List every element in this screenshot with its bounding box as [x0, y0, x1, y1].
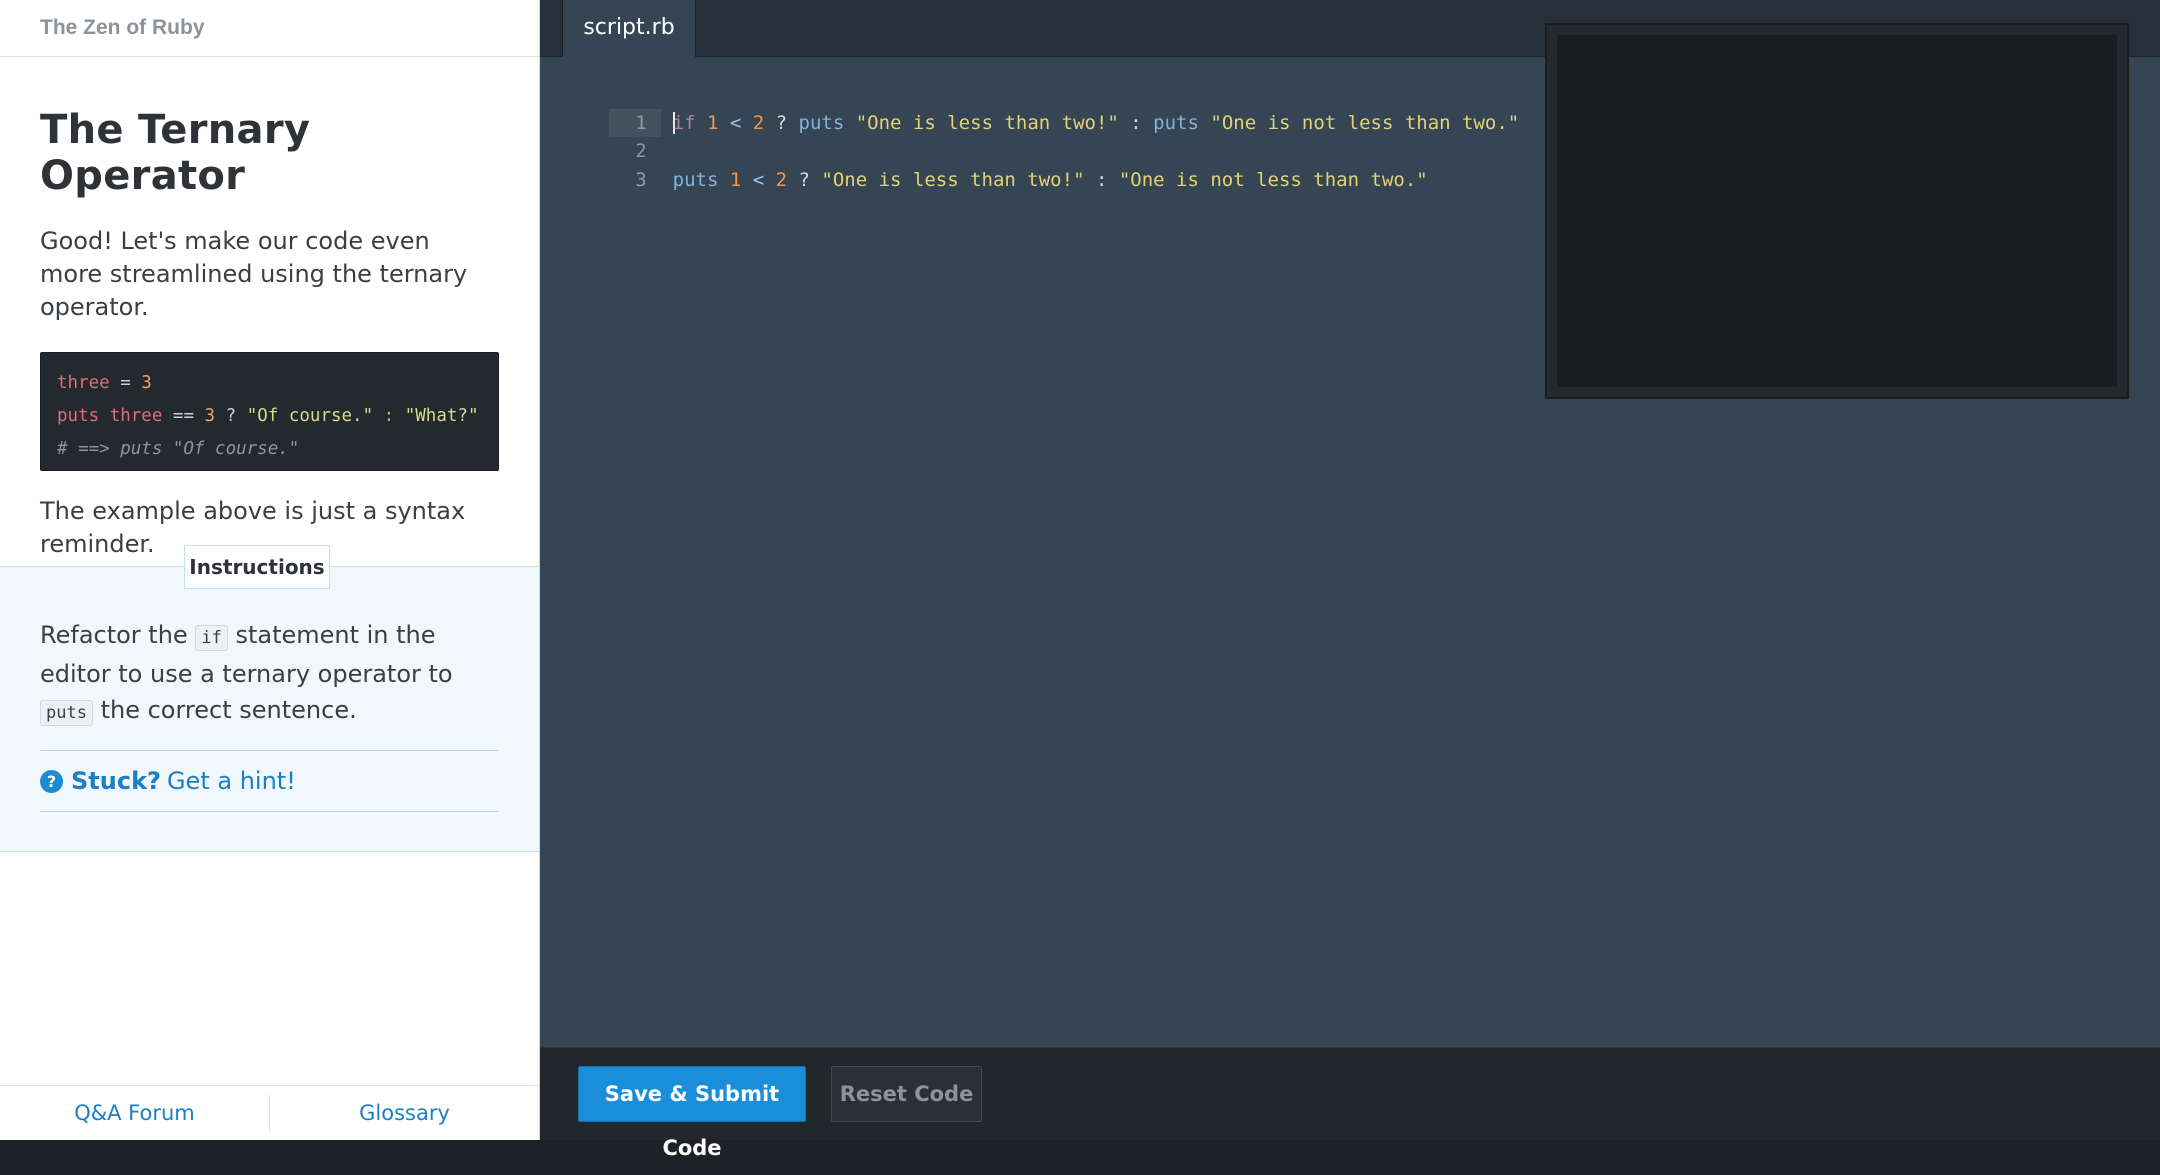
- code-token: =: [109, 373, 142, 393]
- output-console: [1545, 23, 2129, 399]
- code-token: 3: [141, 373, 152, 393]
- reset-code-button[interactable]: Reset Code: [831, 1066, 982, 1122]
- lesson-intro: Good! Let's make our code even more stre…: [40, 227, 468, 321]
- hint-label[interactable]: Stuck?: [71, 767, 161, 795]
- example-line-2: puts three == 3 ? "Of course." : "What?": [57, 400, 482, 433]
- sidebar-footer: Q&A Forum Glossary: [0, 1085, 539, 1140]
- inline-code-puts: puts: [40, 700, 93, 726]
- code-token: "Of course.": [246, 406, 374, 426]
- code-token: three: [57, 373, 110, 393]
- instructions-text-part: the correct sentence.: [92, 696, 357, 724]
- example-code-block: three = 3 puts three == 3 ? "Of course."…: [40, 352, 499, 471]
- question-icon: ?: [40, 769, 63, 793]
- code-line[interactable]: 1 if 1 < 2 ? puts "One is less than two!"…: [540, 80, 1540, 137]
- code-token: ?: [215, 406, 247, 426]
- save-submit-button[interactable]: Save & Submit Code: [578, 1066, 806, 1160]
- code-token: :: [1084, 168, 1108, 191]
- code-token: <: [741, 168, 765, 191]
- course-title[interactable]: The Zen of Ruby: [0, 0, 539, 57]
- line-number: 3: [635, 168, 647, 191]
- glossary-link[interactable]: Glossary: [270, 1086, 539, 1140]
- code-token: three: [99, 406, 163, 426]
- output-screen: [1557, 35, 2117, 387]
- instructions-label: Instructions: [184, 545, 330, 589]
- code-token: puts: [57, 406, 100, 426]
- editor-action-bar: Save & Submit Code Reset Code: [540, 1047, 2160, 1160]
- instructions-text: Refactor the if statement in the editor …: [40, 617, 500, 731]
- code-line[interactable]: 3 puts 1 < 2 ? "One is less than two!" : …: [540, 137, 1540, 191]
- instructions-text-part: Refactor the: [40, 621, 196, 649]
- code-token: 1: [718, 168, 742, 191]
- lesson-title: The Ternary Operator: [40, 107, 311, 199]
- code-editor[interactable]: 1 if 1 < 2 ? puts "One is less than two!"…: [540, 80, 1540, 191]
- code-token: ==: [162, 406, 205, 426]
- code-token: "One is less than two!": [809, 168, 1085, 191]
- code-line[interactable]: 2: [540, 109, 1540, 162]
- code-token: :: [373, 406, 405, 426]
- code-token: ?: [787, 168, 810, 191]
- lesson-content: The Ternary Operator Good! Let's make ou…: [0, 107, 539, 561]
- tab-script-rb[interactable]: script.rb: [562, 0, 696, 57]
- hint-row[interactable]: ? Stuck? Get a hint!: [40, 750, 499, 812]
- code-token: puts: [672, 168, 719, 191]
- code-token: "What?": [404, 406, 479, 426]
- example-line-1: three = 3: [57, 367, 482, 400]
- code-token: 2: [764, 168, 788, 191]
- code-editor-pane: script.rb 1 if 1 < 2 ? puts "One is less …: [540, 0, 2160, 1160]
- lesson-panel: The Zen of Ruby The Ternary Operator Goo…: [0, 0, 540, 1140]
- inline-code-if: if: [195, 625, 228, 651]
- hint-link[interactable]: Get a hint!: [167, 767, 296, 795]
- code-token: "One is not less than two.": [1107, 168, 1428, 191]
- code-text[interactable]: puts 1 < 2 ? "One is less than two!" : "…: [661, 169, 1428, 191]
- example-line-3: # ==> puts "Of course.": [57, 439, 300, 459]
- code-token: 3: [204, 406, 216, 426]
- instructions-section: Instructions Refactor the if statement i…: [0, 545, 539, 852]
- qa-forum-link[interactable]: Q&A Forum: [0, 1086, 269, 1140]
